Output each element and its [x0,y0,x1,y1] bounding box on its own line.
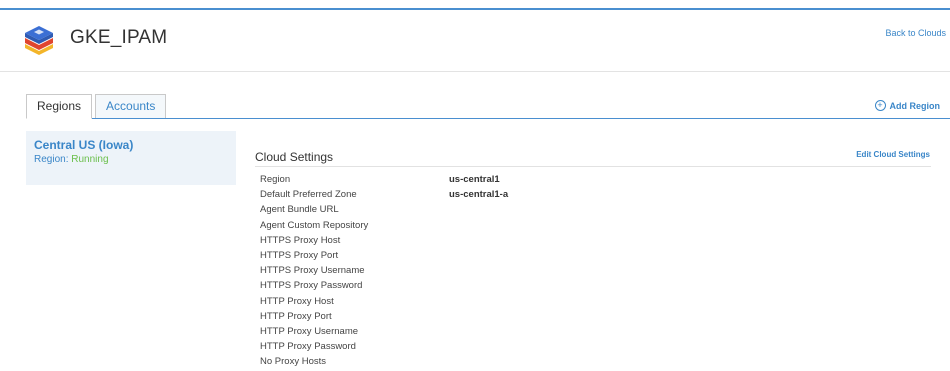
cloud-stack-logo-icon [25,26,53,55]
setting-label: HTTPS Proxy Host [260,234,341,246]
settings-row-https-proxy-port: HTTPS Proxy Port [260,248,508,263]
settings-row-region: Region us-central1 [260,172,508,187]
setting-label: HTTPS Proxy Password [260,280,363,292]
region-status: Region: Running [34,154,228,165]
cloud-settings-list: Region us-central1 Default Preferred Zone… [260,172,508,369]
settings-row-http-proxy-password: HTTP Proxy Password [260,339,508,354]
region-status-value: Running [71,154,109,165]
add-region-button[interactable]: + Add Region [874,100,941,111]
settings-row-http-proxy-host: HTTP Proxy Host [260,294,508,309]
cloud-settings-title: Cloud Settings [255,150,334,164]
setting-label: No Proxy Hosts [260,356,326,368]
settings-row-http-proxy-username: HTTP Proxy Username [260,324,508,339]
setting-label: HTTP Proxy Password [260,341,356,353]
setting-label: Region [260,174,291,185]
plus-circle-icon: + [874,100,886,111]
settings-row-no-proxy-hosts: No Proxy Hosts [260,354,508,369]
setting-value: us-central1-a [449,189,509,201]
settings-row-https-proxy-host: HTTPS Proxy Host [260,233,508,248]
setting-label: HTTP Proxy Host [260,295,334,307]
page-header: GKE_IPAM Back to Clouds [0,10,950,72]
tab-accounts[interactable]: Accounts [95,94,167,119]
setting-label: HTTPS Proxy Port [260,249,339,261]
settings-row-agent-bundle-url: Agent Bundle URL [260,202,508,217]
region-card-central-us[interactable]: Central US (Iowa) Region: Running [26,131,236,185]
settings-row-http-proxy-port: HTTP Proxy Port [260,309,508,324]
add-region-label: Add Region [889,100,941,111]
settings-row-default-zone: Default Preferred Zone us-central1-a [260,187,508,202]
edit-cloud-settings-link[interactable]: Edit Cloud Settings [856,150,930,159]
page-title: GKE_IPAM [70,27,168,48]
setting-label: Agent Bundle URL [260,204,339,216]
region-status-prefix: Region: [34,154,69,165]
tab-bar: Regions Accounts [26,94,169,119]
setting-value: us-central1 [449,174,500,185]
settings-row-https-proxy-username: HTTPS Proxy Username [260,263,508,278]
settings-row-https-proxy-password: HTTPS Proxy Password [260,278,508,293]
region-name: Central US (Iowa) [34,138,134,152]
tab-regions[interactable]: Regions [26,94,93,119]
setting-label: HTTP Proxy Username [260,325,359,337]
setting-label: HTTP Proxy Port [260,310,332,322]
setting-label: Default Preferred Zone [260,189,357,201]
tab-underline [26,118,950,119]
settings-divider [255,166,931,167]
settings-row-agent-custom-repo: Agent Custom Repository [260,218,508,233]
setting-label: Agent Custom Repository [260,219,369,231]
back-to-clouds-link[interactable]: Back to Clouds [885,28,946,38]
setting-label: HTTPS Proxy Username [260,265,365,277]
